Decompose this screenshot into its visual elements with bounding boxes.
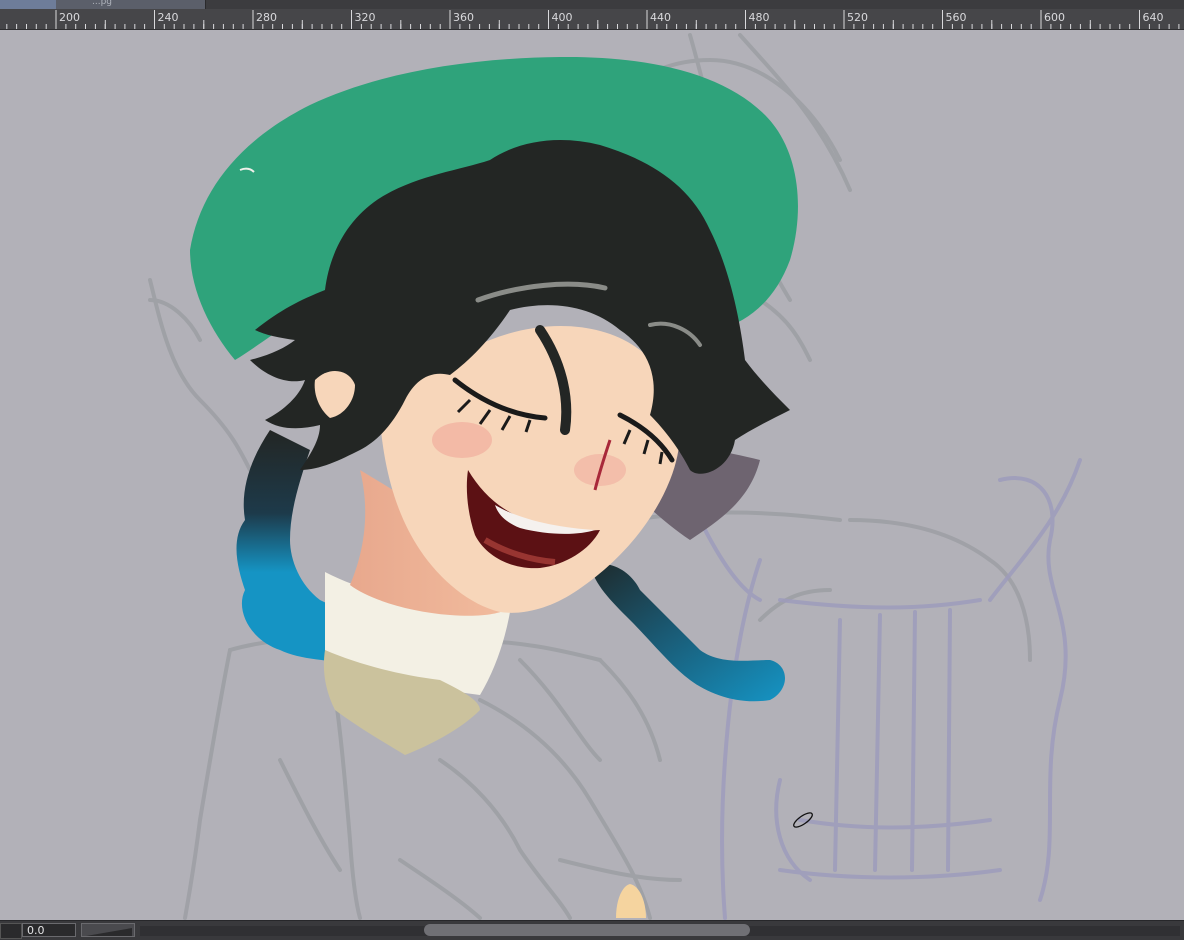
ruler-label: 360	[453, 11, 474, 24]
ruler-scale: 200 240 280 320 360 400 440 480 520 560 600 640	[6, 10, 1180, 29]
document-tab-title: ...pg	[92, 0, 113, 7]
ruler-label: 560	[946, 11, 967, 24]
horizontal-scrollbar-thumb[interactable]	[424, 924, 750, 936]
status-toggle[interactable]	[0, 923, 22, 939]
rotation-slider[interactable]	[81, 923, 135, 937]
ruler-label: 520	[847, 11, 868, 24]
ruler-label: 600	[1044, 11, 1065, 24]
ruler-label: 440	[650, 11, 671, 24]
paint-app-window: ...pg 200 240 280 320 360 400 440 480 520 560 600 6…	[0, 0, 1184, 940]
artwork	[148, 33, 1082, 920]
rotation-slider-icon	[86, 928, 132, 936]
ruler-label: 280	[256, 11, 277, 24]
document-tab[interactable]: ...pg	[0, 0, 206, 9]
ruler-label: 240	[158, 11, 179, 24]
ruler-label: 200	[59, 11, 80, 24]
drawing-canvas[interactable]	[0, 30, 1184, 920]
ruler-label: 480	[749, 11, 770, 24]
status-bar: 0.0	[0, 920, 1184, 940]
horizontal-ruler: 200 240 280 320 360 400 440 480 520 560 600 640	[0, 9, 1184, 30]
ruler-label: 320	[355, 11, 376, 24]
tab-active-indicator	[0, 0, 56, 9]
ruler-label: 400	[552, 11, 573, 24]
document-tab-bar: ...pg	[0, 0, 1184, 9]
ruler-label: 640	[1143, 11, 1164, 24]
rotation-angle-field[interactable]: 0.0	[22, 923, 76, 937]
